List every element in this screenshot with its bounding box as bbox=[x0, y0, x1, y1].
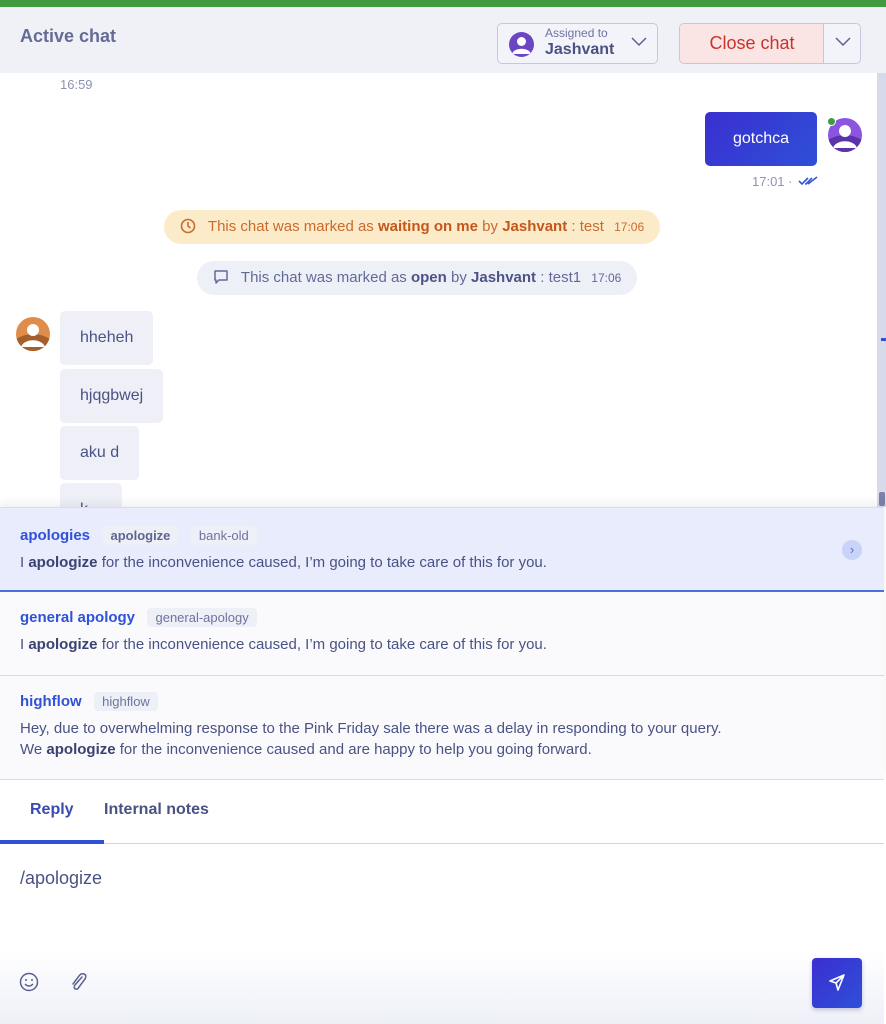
message-timestamp: 16:59 bbox=[60, 77, 93, 92]
canned-responses-panel: apologies apologize bank-old I apologize… bbox=[0, 507, 884, 779]
close-chat-options-button[interactable] bbox=[823, 23, 861, 64]
canned-response-tag: general-apology bbox=[147, 608, 257, 627]
status-label: open bbox=[410, 269, 447, 286]
emoji-icon[interactable] bbox=[19, 972, 39, 997]
assignee-name: Jashvant bbox=[545, 41, 615, 58]
chevron-down-icon bbox=[835, 37, 851, 47]
double-check-icon bbox=[798, 174, 818, 189]
event-note: : test bbox=[571, 218, 604, 235]
canned-response-body: Hey, due to overwhelming response to the… bbox=[20, 720, 722, 758]
incoming-message: hheheh bbox=[60, 311, 154, 365]
assignee-dropdown[interactable]: Assigned to Jashvant bbox=[497, 23, 658, 64]
online-status-dot bbox=[827, 117, 836, 126]
canned-response-tag: highflow bbox=[94, 692, 158, 711]
chat-transcript: 16:59 gotchca 17:01 · This chat was mark… bbox=[0, 73, 878, 507]
status-label: waiting on me bbox=[377, 218, 478, 235]
chat-scrollbar[interactable] bbox=[877, 73, 886, 507]
send-button[interactable] bbox=[812, 958, 862, 1008]
canned-response-item[interactable]: apologies apologize bank-old I apologize… bbox=[0, 508, 884, 592]
canned-response-body: I apologize for the inconvenience caused… bbox=[20, 554, 547, 571]
message-composer: Reply Internal notes /apologize bbox=[0, 779, 884, 1024]
send-icon bbox=[829, 974, 845, 991]
system-event-open: This chat was marked as open by Jashvant… bbox=[197, 261, 638, 298]
clock-icon bbox=[180, 213, 196, 247]
user-icon bbox=[16, 324, 50, 351]
agent-name: Jashvant bbox=[471, 269, 537, 286]
incoming-message: hjqgbwej bbox=[60, 369, 164, 423]
chat-bubble-icon bbox=[213, 264, 229, 298]
assigned-to-label: Assigned to bbox=[545, 26, 608, 40]
active-tab-indicator bbox=[0, 840, 104, 844]
scrollbar-thumb[interactable] bbox=[879, 492, 885, 506]
incoming-message: aku d bbox=[60, 426, 140, 480]
customer-avatar bbox=[16, 317, 50, 351]
assignee-avatar bbox=[509, 32, 534, 57]
canned-response-title: highflow bbox=[20, 693, 82, 710]
canned-response-title: general apology bbox=[20, 609, 136, 626]
event-note: : test1 bbox=[540, 269, 582, 286]
event-time: 17:06 bbox=[591, 271, 622, 285]
canned-response-item[interactable]: highflow highflow Hey, due to overwhelmi… bbox=[0, 676, 884, 780]
canned-response-tag: bank-old bbox=[190, 526, 257, 545]
user-icon bbox=[512, 37, 531, 54]
chevron-right-icon[interactable]: › bbox=[842, 540, 862, 560]
event-time: 17:06 bbox=[614, 220, 645, 234]
agent-name: Jashvant bbox=[502, 218, 568, 235]
scroll-position-marker bbox=[881, 338, 886, 341]
top-status-bar bbox=[0, 0, 886, 7]
outgoing-message-meta: 17:01 · bbox=[752, 174, 818, 189]
tab-internal-notes[interactable]: Internal notes bbox=[104, 801, 209, 819]
canned-response-title: apologies bbox=[20, 527, 91, 544]
close-chat-button[interactable]: Close chat bbox=[679, 23, 824, 64]
page-title: Active chat bbox=[20, 26, 117, 46]
system-event-waiting: This chat was marked as waiting on me by… bbox=[164, 210, 661, 247]
reply-input[interactable]: /apologize bbox=[20, 868, 102, 889]
meta-separator: · bbox=[788, 174, 793, 189]
tab-reply[interactable]: Reply bbox=[30, 801, 74, 819]
attachment-icon[interactable] bbox=[68, 972, 88, 997]
canned-response-item[interactable]: general apology general-apology I apolog… bbox=[0, 592, 884, 676]
canned-response-body: I apologize for the inconvenience caused… bbox=[20, 636, 547, 653]
outgoing-message: gotchca bbox=[705, 112, 817, 166]
message-time: 17:01 bbox=[752, 174, 785, 189]
incoming-message: k bbox=[60, 483, 122, 507]
chevron-down-icon bbox=[631, 37, 647, 47]
canned-response-tag: apologize bbox=[102, 526, 179, 545]
composer-tabs: Reply Internal notes bbox=[0, 780, 884, 844]
chat-header: Active chat Assigned to Jashvant Close c… bbox=[0, 7, 886, 73]
